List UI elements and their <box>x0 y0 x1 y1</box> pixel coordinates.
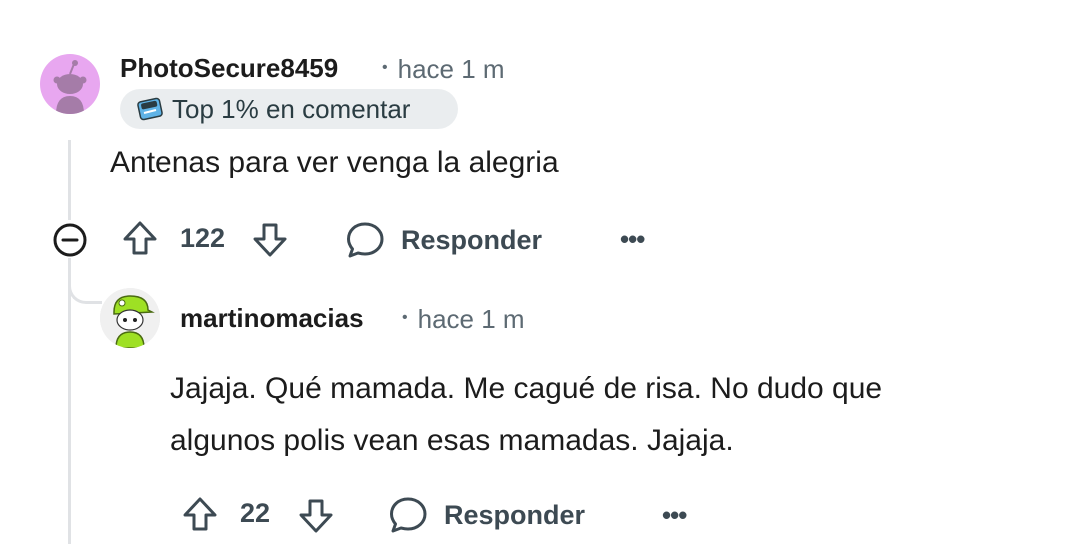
upvote-arrow-icon <box>123 221 157 255</box>
vote-count: 122 <box>180 223 226 253</box>
reply-bubble-icon <box>347 222 384 258</box>
upvote-button[interactable] <box>180 494 220 534</box>
user-flair: Top 1% en comentar <box>120 89 458 129</box>
username[interactable]: martinomacias <box>180 303 364 334</box>
reply-bubble-icon <box>390 497 427 533</box>
collapse-button[interactable] <box>52 222 88 258</box>
more-options-button[interactable]: ••• <box>662 500 687 531</box>
snoo-avatar-icon <box>53 60 87 114</box>
downvote-arrow-icon <box>253 223 287 257</box>
username[interactable]: PhotoSecure8459 <box>120 53 338 84</box>
more-options-button[interactable]: ••• <box>620 224 645 255</box>
separator-dot: • <box>402 309 408 327</box>
thread-connector <box>68 270 102 304</box>
timestamp: • hace 1 m <box>402 304 525 335</box>
thread-line-main <box>68 140 71 220</box>
downvote-button[interactable] <box>296 496 336 536</box>
comment-body-line-2: algunos polis vean esas mamadas. Jajaja. <box>170 424 734 457</box>
downvote-button[interactable] <box>250 220 290 260</box>
comment-body: Antenas para ver venga la alegria <box>110 146 559 179</box>
timestamp: • hace 1 m <box>382 54 505 85</box>
separator-dot: • <box>382 59 388 77</box>
reply-label: Responder <box>444 499 586 530</box>
reply-button[interactable]: Responder <box>345 220 542 260</box>
vote-count: 22 <box>240 498 271 528</box>
downvote-arrow-icon <box>299 499 333 533</box>
upvote-arrow-icon <box>183 497 217 531</box>
avatar[interactable] <box>40 54 100 114</box>
reply-label: Responder <box>401 224 543 255</box>
flair-label: Top 1% en comentar <box>172 93 411 124</box>
collapse-minus-icon <box>53 223 87 257</box>
avatar[interactable] <box>100 288 160 348</box>
flair-icon <box>137 97 163 121</box>
reply-button[interactable]: Responder <box>388 495 585 535</box>
thread-line-child <box>68 258 71 544</box>
comment-body-line-1: Jajaja. Qué mamada. Me cagué de risa. No… <box>170 372 883 405</box>
snoo-avatar-icon <box>100 288 160 348</box>
time-text: hace 1 m <box>397 54 505 84</box>
upvote-button[interactable] <box>120 218 160 258</box>
time-text: hace 1 m <box>417 304 525 334</box>
